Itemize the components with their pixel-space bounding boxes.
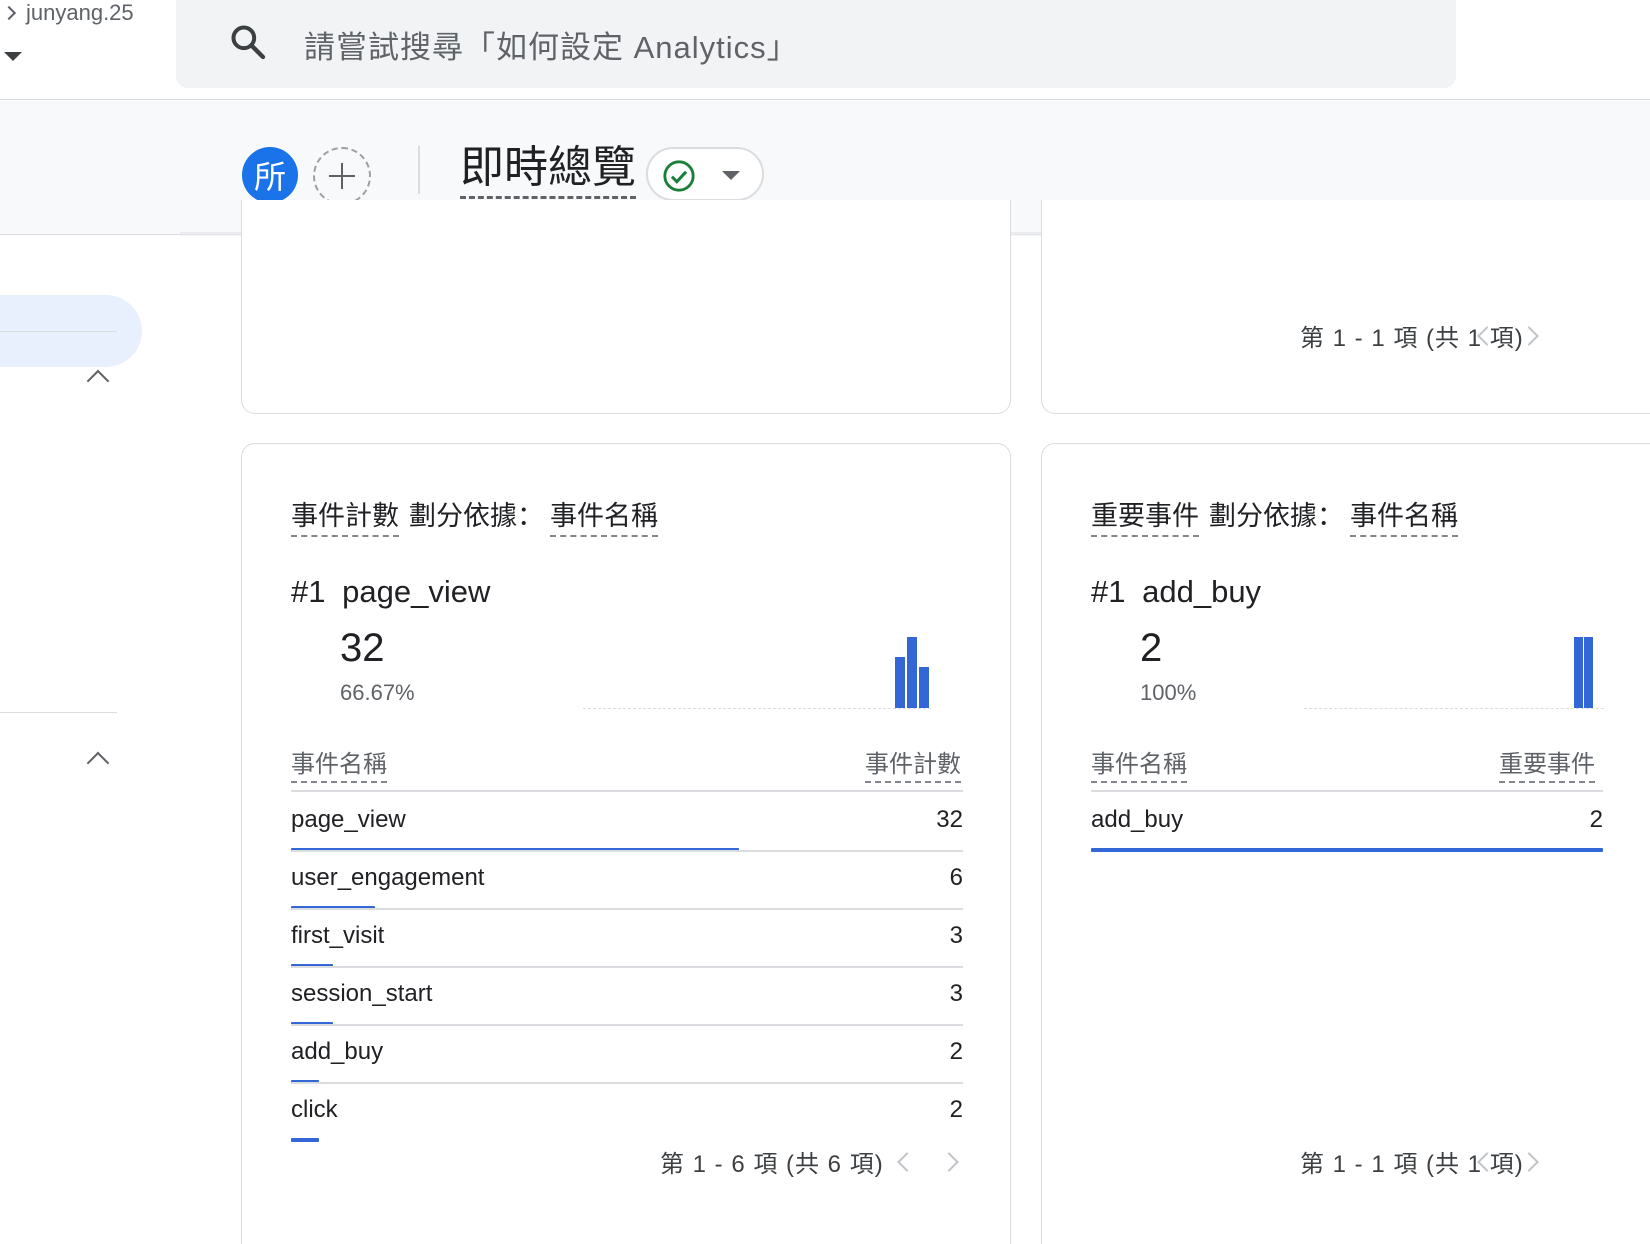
table-row-share-bar [1091,848,1603,852]
top-item-label: #1 page_view [291,574,490,610]
card-top-left [241,200,1011,414]
sidebar-divider [0,712,117,713]
top-percent: 66.67% [340,680,415,705]
search-input[interactable]: 請嘗試搜尋「如何設定 Analytics」 [176,0,1456,88]
add-comparison-button[interactable] [313,147,371,205]
plus-icon-stroke [340,163,344,189]
check-circle-icon [663,160,695,192]
table-row-value: 2 [949,1096,963,1123]
sparkline-baseline [583,708,931,709]
account-name: junyang.25 [26,0,134,25]
column-header-event-count[interactable]: 事件計數 [865,744,961,783]
table-row-value: 2 [949,1038,963,1065]
account-dropdown-icon[interactable] [4,52,22,61]
table-row-value: 2 [1589,806,1603,833]
sparkline-bar [895,657,905,708]
chevron-right-icon [1,5,17,21]
key-events-card: 重要事件 劃分依據： 事件名稱 #1 add_buy 2 100% 事件名稱 重… [1041,443,1650,1244]
dimension-selector[interactable]: 事件名稱 [550,494,658,537]
column-header-event-name[interactable]: 事件名稱 [1091,744,1187,783]
top-value: 32 [340,626,385,670]
column-header-label: 事件名稱 [1091,750,1187,783]
table-divider [1091,790,1603,792]
card-heading: 事件計數 劃分依據： 事件名稱 [291,494,658,537]
header-divider [418,146,420,194]
sidebar-divider [0,331,117,332]
table-row-divider [291,1082,963,1084]
sparkline-bar [907,637,917,708]
top-rank: #1 [291,574,326,609]
sparkline-bar [1584,637,1593,708]
page-title[interactable]: 即時總覽 [460,142,636,199]
column-header-label: 事件計數 [865,750,961,783]
chevron-up-icon[interactable] [86,369,110,393]
table-row-value: 3 [949,980,963,1007]
metric-selector[interactable]: 重要事件 [1091,494,1199,537]
heading-by-label: 劃分依據： [1209,501,1344,532]
top-percent: 100% [1140,680,1197,705]
top-bar: junyang.25 請嘗試搜尋「如何設定 Analytics」 [0,0,1650,100]
table-row-value: 32 [936,806,963,833]
sparkline-bar [1574,637,1583,708]
dimension-selector[interactable]: 事件名稱 [1350,494,1458,537]
left-sidebar [0,101,160,1244]
chevron-right-icon[interactable] [939,1152,959,1172]
table-row-divider [291,966,963,968]
account-breadcrumb[interactable]: junyang.25 [1,0,134,26]
table-divider [291,790,963,792]
column-header-event-name[interactable]: 事件名稱 [291,744,387,783]
table-row-divider [291,850,963,852]
chevron-up-icon[interactable] [86,751,110,775]
top-name: page_view [342,574,491,609]
sparkline-baseline [1304,708,1604,709]
column-header-label: 事件名稱 [291,750,387,783]
table-row-share-bar [291,1138,320,1142]
top-rank: #1 [1091,574,1126,609]
pager-text: 第 1 - 6 項 (共 6 項) [660,1151,884,1178]
chevron-left-icon[interactable] [897,1152,917,1172]
search-icon [231,25,266,60]
caret-down-icon [722,171,740,180]
data-quality-status-button[interactable] [646,147,764,201]
card-top-right: 第 1 - 1 項 (共 1 項) [1041,200,1650,414]
top-value: 2 [1140,626,1163,670]
column-header-label: 重要事件 [1499,750,1595,783]
sparkline-bar [919,667,929,708]
table-row-divider [291,1024,963,1026]
card-heading: 重要事件 劃分依據： 事件名稱 [1091,494,1458,537]
pager: 第 1 - 6 項 (共 6 項) [660,1144,884,1179]
event-count-card: 事件計數 劃分依據： 事件名稱 #1 page_view 32 66.67% 事… [241,443,1011,1244]
search-placeholder: 請嘗試搜尋「如何設定 Analytics」 [304,30,799,65]
comparison-chip-all-users[interactable]: 所 [242,147,298,203]
table-row-value: 6 [949,864,963,891]
metric-selector[interactable]: 事件計數 [291,494,399,537]
column-header-key-events[interactable]: 重要事件 [1499,744,1595,783]
top-item-label: #1 add_buy [1091,574,1261,610]
table-row-value: 3 [949,922,963,949]
top-name: add_buy [1142,574,1262,609]
table-row-divider [291,908,963,910]
heading-by-label: 劃分依據： [409,501,544,532]
